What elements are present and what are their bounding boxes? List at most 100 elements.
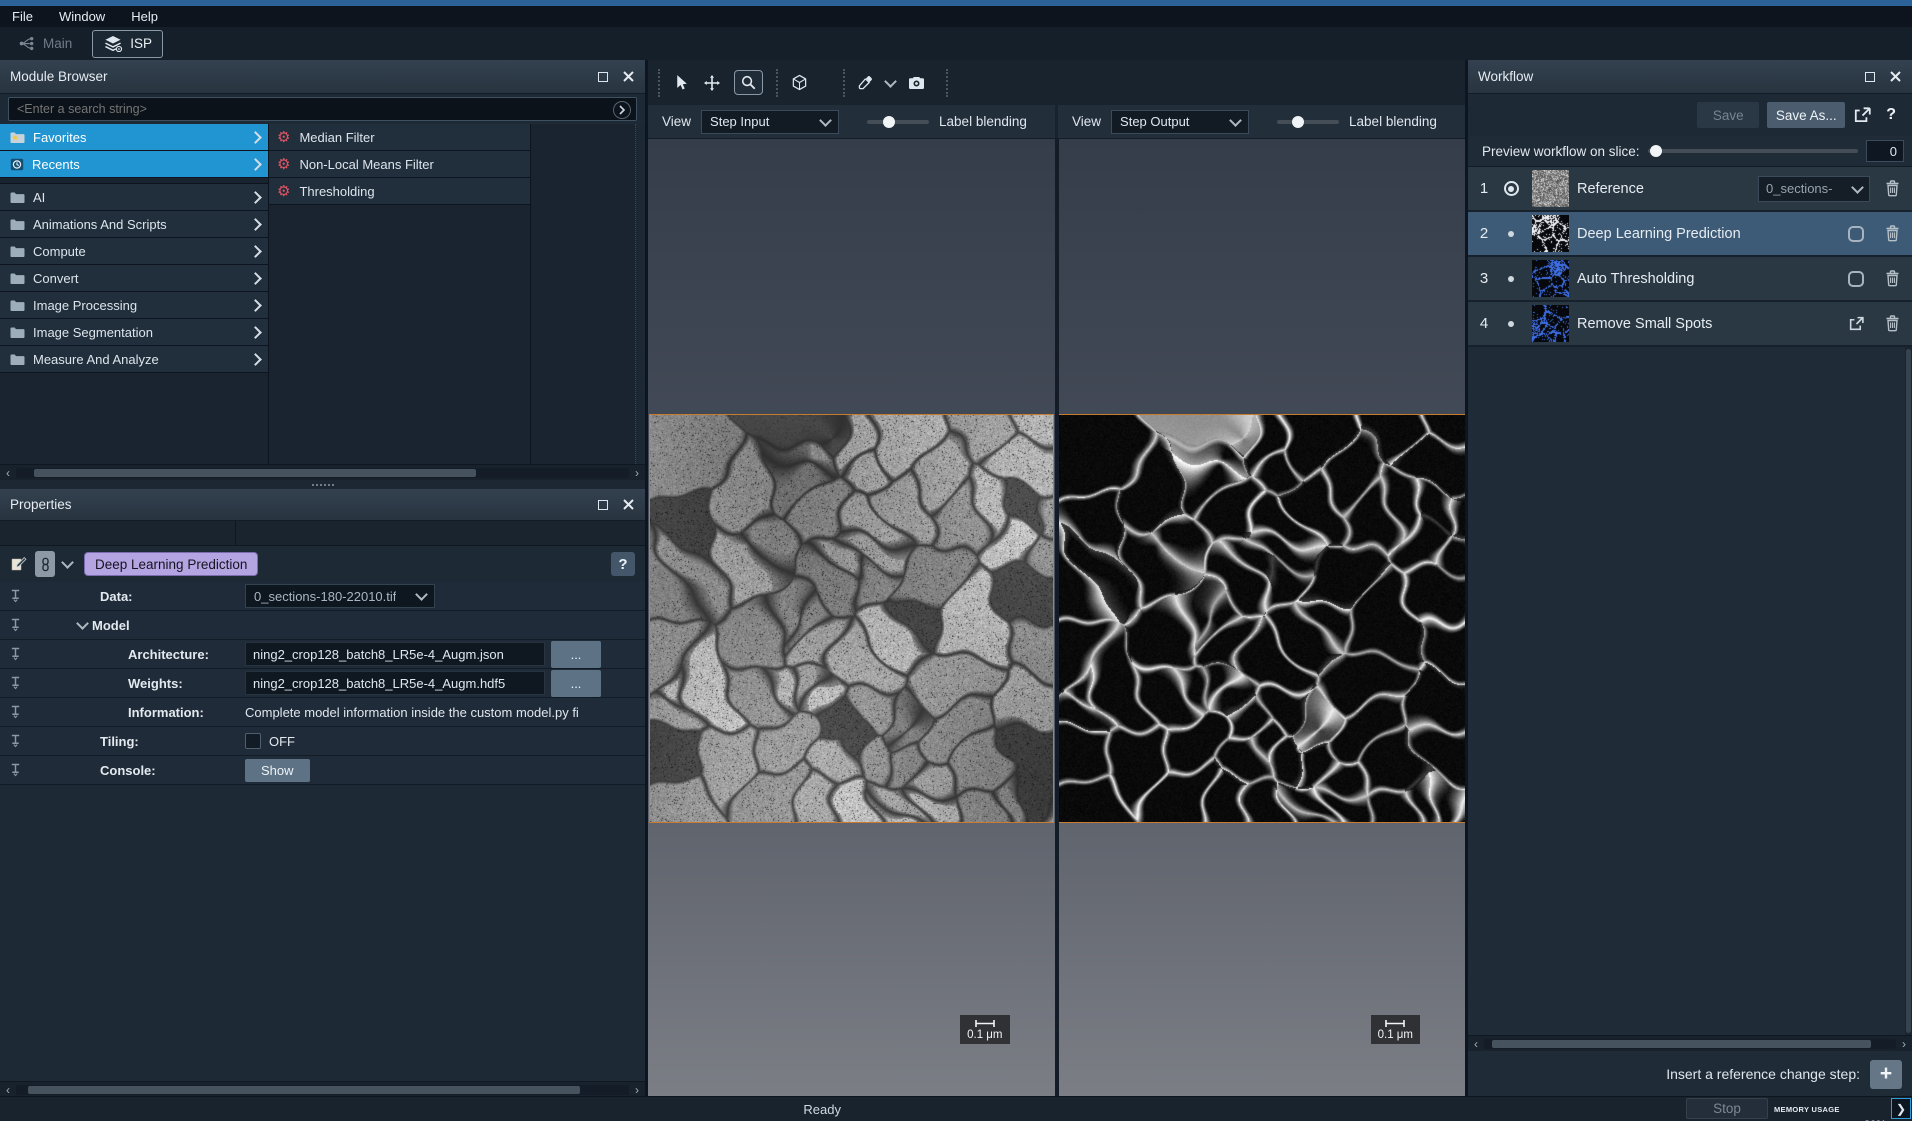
maximize-panel-icon[interactable] xyxy=(598,72,608,82)
workflow-step-deep-learning-prediction[interactable]: 2 Deep Learning Prediction xyxy=(1468,212,1912,257)
scrollbar-thumb[interactable] xyxy=(28,1086,580,1094)
close-panel-icon[interactable] xyxy=(622,70,635,83)
search-filter-icon[interactable] xyxy=(613,101,631,119)
information-value: Complete model information inside the cu… xyxy=(245,705,640,720)
module-item-median-filter[interactable]: ⚙ Median Filter xyxy=(269,124,530,151)
tiling-checkbox[interactable] xyxy=(245,733,261,749)
pin-property-icon[interactable] xyxy=(10,647,21,661)
export-workflow-icon[interactable] xyxy=(1853,106,1872,124)
expand-console-icon[interactable]: ❯ xyxy=(1891,1098,1911,1119)
edit-note-icon[interactable] xyxy=(10,556,27,572)
scroll-left-icon[interactable]: ‹ xyxy=(2,468,14,478)
workflow-step-remove-small-spots[interactable]: 4 Remove Small Spots xyxy=(1468,302,1912,347)
slider-thumb[interactable] xyxy=(1650,145,1662,157)
pin-property-icon[interactable] xyxy=(10,734,21,748)
close-panel-icon[interactable] xyxy=(1889,70,1902,83)
tab-isp-label: ISP xyxy=(130,36,152,51)
delete-step-icon[interactable] xyxy=(1878,270,1906,287)
pan-tool-icon[interactable] xyxy=(703,74,721,92)
right-label-blending-slider[interactable] xyxy=(1277,115,1339,129)
right-view-mode-dropdown[interactable]: Step Output xyxy=(1111,110,1249,134)
left-label-blending-slider[interactable] xyxy=(867,115,929,129)
workflow-step-reference[interactable]: 1 Reference 0_sections- xyxy=(1468,167,1912,212)
eyedropper-tool-icon[interactable] xyxy=(858,75,873,90)
sidebar-item-convert[interactable]: Convert xyxy=(0,265,268,292)
slider-thumb[interactable] xyxy=(1292,116,1304,128)
pin-property-icon[interactable] xyxy=(10,589,21,603)
menu-help[interactable]: Help xyxy=(131,9,158,24)
tab-isp[interactable]: ISP xyxy=(92,30,163,58)
workflow-help-button[interactable]: ? xyxy=(1880,106,1902,124)
eyedropper-options-chevron-icon[interactable] xyxy=(884,75,897,88)
scroll-right-icon[interactable]: › xyxy=(631,468,643,478)
architecture-input[interactable]: ning2_crop128_batch8_LR5e-4_Augm.json xyxy=(245,642,545,666)
data-dropdown[interactable]: 0_sections-180-22010.tif xyxy=(245,584,435,608)
step-output-toggle-icon[interactable] xyxy=(1848,226,1864,242)
workflow-step-auto-thresholding[interactable]: 3 Auto Thresholding xyxy=(1468,257,1912,302)
menu-window[interactable]: Window xyxy=(59,9,105,24)
delete-step-icon[interactable] xyxy=(1878,315,1906,332)
save-as-button[interactable]: Save As... xyxy=(1767,102,1845,128)
module-item-non-local-means-filter[interactable]: ⚙ Non-Local Means Filter xyxy=(269,151,530,178)
collapse-model-icon[interactable] xyxy=(76,617,89,630)
sidebar-item-image-segmentation[interactable]: Image Segmentation xyxy=(0,319,268,346)
sidebar-item-recents[interactable]: Recents xyxy=(0,151,268,178)
module-browser-vertical-scrollbar[interactable] xyxy=(636,124,645,464)
sidebar-item-measure-and-analyze[interactable]: Measure And Analyze xyxy=(0,346,268,373)
add-step-button[interactable]: + xyxy=(1870,1060,1902,1089)
slider-thumb[interactable] xyxy=(883,116,895,128)
step-output-toggle-icon[interactable] xyxy=(1848,271,1864,287)
pointer-tool-icon[interactable] xyxy=(673,74,690,91)
chevron-down-icon[interactable] xyxy=(61,556,74,569)
zoom-tool-icon[interactable] xyxy=(734,70,763,95)
workflow-vertical-scrollbar[interactable] xyxy=(1905,347,1912,1035)
module-search-input[interactable] xyxy=(8,97,637,121)
scrollbar-thumb[interactable] xyxy=(34,469,475,477)
browse-architecture-button[interactable]: ... xyxy=(551,641,601,668)
export-step-output-icon[interactable] xyxy=(1842,316,1870,332)
scroll-left-icon[interactable]: ‹ xyxy=(1470,1039,1482,1049)
step-input-image[interactable] xyxy=(649,414,1054,823)
step-output-image[interactable] xyxy=(1059,414,1466,823)
scrollbar-thumb[interactable] xyxy=(1492,1040,1871,1048)
sidebar-item-ai[interactable]: AI xyxy=(0,184,268,211)
3d-view-tool-icon[interactable] xyxy=(791,74,808,91)
maximize-panel-icon[interactable] xyxy=(1865,72,1875,82)
module-browser-horizontal-scrollbar[interactable]: ‹ › xyxy=(0,464,645,480)
browse-weights-button[interactable]: ... xyxy=(551,670,601,697)
pin-property-icon[interactable] xyxy=(10,705,21,719)
pin-property-icon[interactable] xyxy=(10,676,21,690)
save-button[interactable]: Save xyxy=(1697,102,1759,128)
menu-file[interactable]: File xyxy=(12,9,33,24)
panel-splitter-handle[interactable] xyxy=(0,480,645,489)
pin-property-icon[interactable] xyxy=(10,763,21,777)
pin-property-icon[interactable] xyxy=(10,618,21,632)
maximize-panel-icon[interactable] xyxy=(598,500,608,510)
preview-slice-value[interactable]: 0 xyxy=(1866,140,1904,162)
scroll-right-icon[interactable]: › xyxy=(631,1085,643,1095)
weights-input[interactable]: ning2_crop128_batch8_LR5e-4_Augm.hdf5 xyxy=(245,671,545,695)
sidebar-item-compute[interactable]: Compute xyxy=(0,238,268,265)
scroll-left-icon[interactable]: ‹ xyxy=(2,1085,14,1095)
snapshot-camera-icon[interactable] xyxy=(908,76,925,90)
stop-button[interactable]: Stop xyxy=(1686,1098,1768,1119)
delete-step-icon[interactable] xyxy=(1878,225,1906,242)
property-row-model: Model xyxy=(0,611,645,640)
scroll-right-icon[interactable]: › xyxy=(1898,1039,1910,1049)
module-item-thresholding[interactable]: ⚙ Thresholding xyxy=(269,178,530,205)
tab-main[interactable]: Main xyxy=(8,31,82,57)
reference-data-dropdown[interactable]: 0_sections- xyxy=(1758,176,1870,202)
sidebar-item-animations-and-scripts[interactable]: Animations And Scripts xyxy=(0,211,268,238)
module-help-button[interactable]: ? xyxy=(611,552,635,576)
link-module-button[interactable] xyxy=(35,551,55,577)
preview-slice-slider[interactable] xyxy=(1648,144,1858,158)
left-view-mode-dropdown[interactable]: Step Input xyxy=(701,110,839,134)
reference-radio-selected[interactable] xyxy=(1504,181,1519,196)
sidebar-item-favorites[interactable]: Favorites xyxy=(0,124,268,151)
sidebar-item-image-processing[interactable]: Image Processing xyxy=(0,292,268,319)
workflow-horizontal-scrollbar[interactable]: ‹ › xyxy=(1468,1035,1912,1051)
console-show-button[interactable]: Show xyxy=(245,759,310,782)
close-panel-icon[interactable] xyxy=(622,498,635,511)
delete-step-icon[interactable] xyxy=(1878,180,1906,197)
properties-horizontal-scrollbar[interactable]: ‹ › xyxy=(0,1081,645,1097)
